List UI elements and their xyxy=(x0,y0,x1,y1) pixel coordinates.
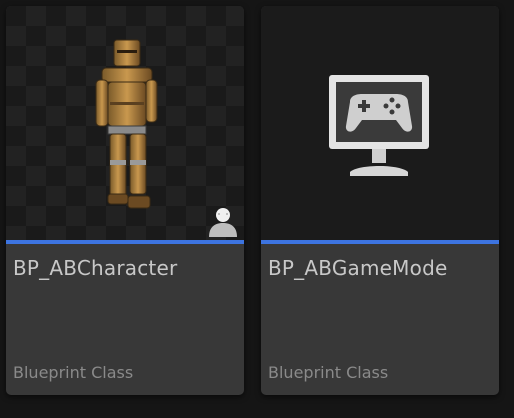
asset-name: BP_ABGameMode xyxy=(268,256,448,280)
content-browser-grid: BP_ABCharacter Blueprint Class BP_ABGame… xyxy=(0,0,514,418)
asset-tile-bp-abgamemode[interactable]: BP_ABGameMode Blueprint Class xyxy=(261,6,499,395)
asset-type-color-bar xyxy=(261,240,499,244)
character-class-icon xyxy=(209,208,237,237)
game-mode-icon xyxy=(329,75,429,176)
armored-character-thumbnail xyxy=(95,39,158,209)
asset-name: BP_ABCharacter xyxy=(13,256,178,280)
asset-thumbnail[interactable] xyxy=(6,6,244,240)
asset-tile-bp-abcharacter[interactable]: BP_ABCharacter Blueprint Class xyxy=(6,6,244,395)
asset-thumbnail[interactable] xyxy=(261,6,499,240)
asset-type-color-bar xyxy=(6,240,244,244)
asset-type-label: Blueprint Class xyxy=(268,363,389,382)
asset-type-label: Blueprint Class xyxy=(13,363,134,382)
